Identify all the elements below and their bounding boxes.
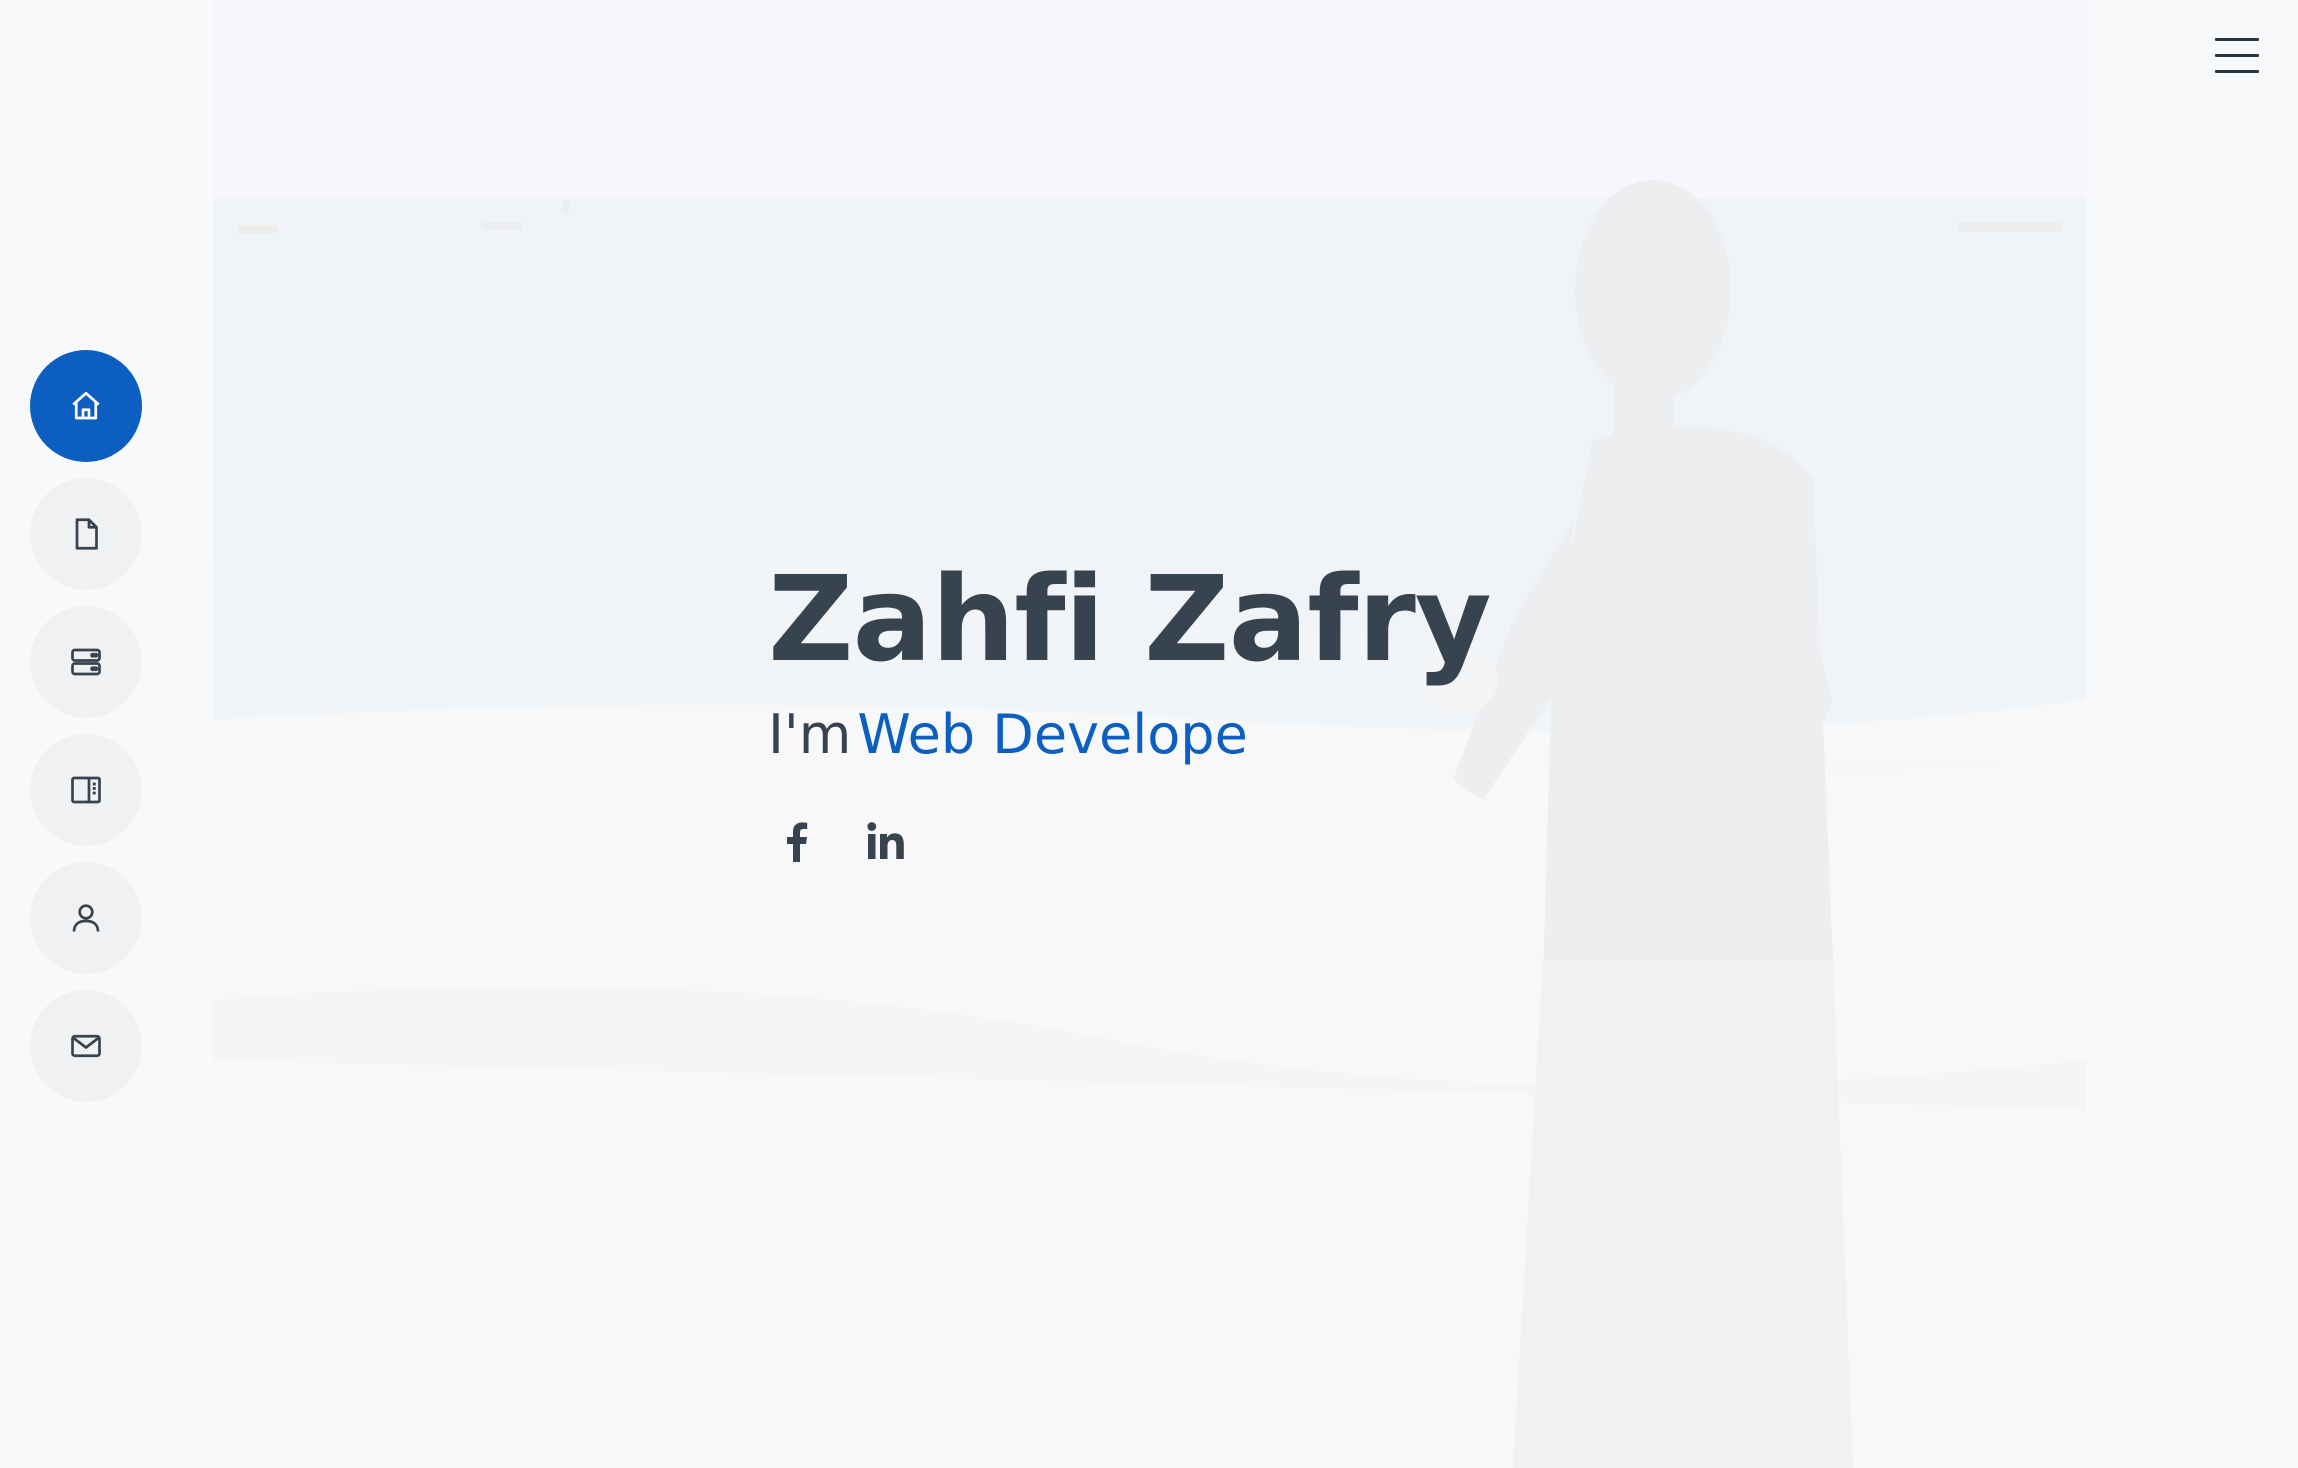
menu-toggle-button[interactable] xyxy=(2215,38,2259,76)
hero-subtitle: I'm Web Develope xyxy=(768,703,1491,766)
hero-intro: I'm xyxy=(768,702,852,766)
nav-portfolio[interactable] xyxy=(30,734,142,846)
hero-content: Zahfi Zafry I'm Web Develope xyxy=(768,550,1492,864)
social-links xyxy=(776,818,1491,864)
nav-resume[interactable] xyxy=(30,478,142,590)
envelope-icon xyxy=(71,1034,101,1058)
side-navigation xyxy=(30,350,142,1102)
facebook-link[interactable] xyxy=(776,818,816,864)
home-icon xyxy=(72,391,100,420)
hero-typed-role: Web Develope xyxy=(857,702,1248,766)
nav-services[interactable] xyxy=(30,606,142,718)
document-icon xyxy=(75,518,98,550)
server-icon xyxy=(71,648,101,676)
hero-section: Zahfi Zafry I'm Web Develope xyxy=(213,0,2086,1468)
nav-about[interactable] xyxy=(30,862,142,974)
layout-sidebar-icon xyxy=(71,776,101,804)
linkedin-icon xyxy=(867,821,904,859)
hamburger-menu-icon xyxy=(2215,38,2259,73)
linkedin-link[interactable] xyxy=(866,818,906,864)
hero-name: Zahfi Zafry xyxy=(768,550,1492,688)
person-icon xyxy=(72,904,100,932)
nav-home[interactable] xyxy=(30,350,142,462)
nav-contact[interactable] xyxy=(30,990,142,1102)
page: Zahfi Zafry I'm Web Develope xyxy=(0,0,2298,1468)
facebook-icon xyxy=(787,822,808,862)
